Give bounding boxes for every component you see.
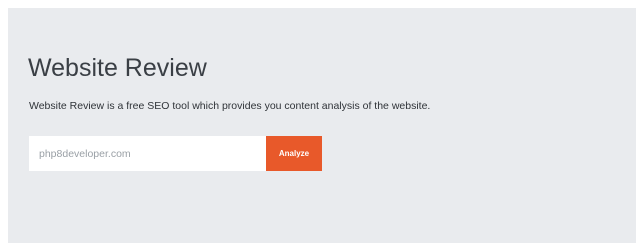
analyze-button[interactable]: Analyze — [266, 136, 322, 171]
website-review-panel: Website Review Website Review is a free … — [8, 8, 636, 243]
page-title: Website Review — [28, 54, 207, 82]
page-description: Website Review is a free SEO tool which … — [29, 100, 431, 112]
analyze-form: Analyze — [29, 136, 322, 171]
website-url-input[interactable] — [29, 136, 266, 171]
